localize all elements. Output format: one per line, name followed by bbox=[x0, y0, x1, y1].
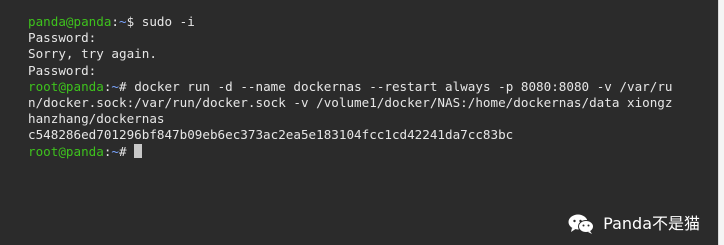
output-line: n/docker.sock:/var/run/docker.sock -v /v… bbox=[28, 94, 673, 110]
terminal-line: root@panda:~# docker run -d --name docke… bbox=[28, 78, 673, 94]
terminal-line: root@panda:~# bbox=[28, 143, 710, 160]
watermark: Panda不是猫 bbox=[567, 213, 700, 235]
terminal-window[interactable]: panda@panda:~$ sudo -i Password: Sorry, … bbox=[0, 0, 718, 245]
prompt-user: panda@panda bbox=[28, 14, 112, 29]
command-text: docker run -d --name dockernas --restart… bbox=[134, 78, 673, 94]
prompt-user: root@panda bbox=[28, 143, 104, 159]
wechat-icon bbox=[568, 214, 595, 234]
output-line: Password: bbox=[28, 62, 97, 78]
watermark-text: Panda不是猫 bbox=[603, 213, 700, 233]
prompt-user: root@panda bbox=[28, 78, 104, 94]
output-line: Password: bbox=[28, 30, 97, 46]
command-text: sudo -i bbox=[141, 14, 195, 29]
prompt-symbol: # bbox=[119, 143, 135, 159]
prompt-symbol: # bbox=[119, 78, 135, 94]
prompt-symbol: $ bbox=[126, 14, 142, 29]
scrollbar-track[interactable] bbox=[718, 0, 724, 245]
output-line: Sorry, try again. bbox=[28, 46, 157, 62]
prompt-path: ~ bbox=[119, 14, 127, 29]
prompt-path: ~ bbox=[111, 143, 120, 159]
output-line: hanzhang/dockernas bbox=[28, 111, 165, 127]
terminal-line: panda@panda:~$ sudo -i bbox=[28, 14, 195, 29]
output-line: c548286ed701296bf847b09eb6ec373ac2ea5e18… bbox=[28, 127, 514, 143]
prompt-path: ~ bbox=[111, 78, 120, 94]
terminal-cursor[interactable] bbox=[134, 143, 143, 158]
